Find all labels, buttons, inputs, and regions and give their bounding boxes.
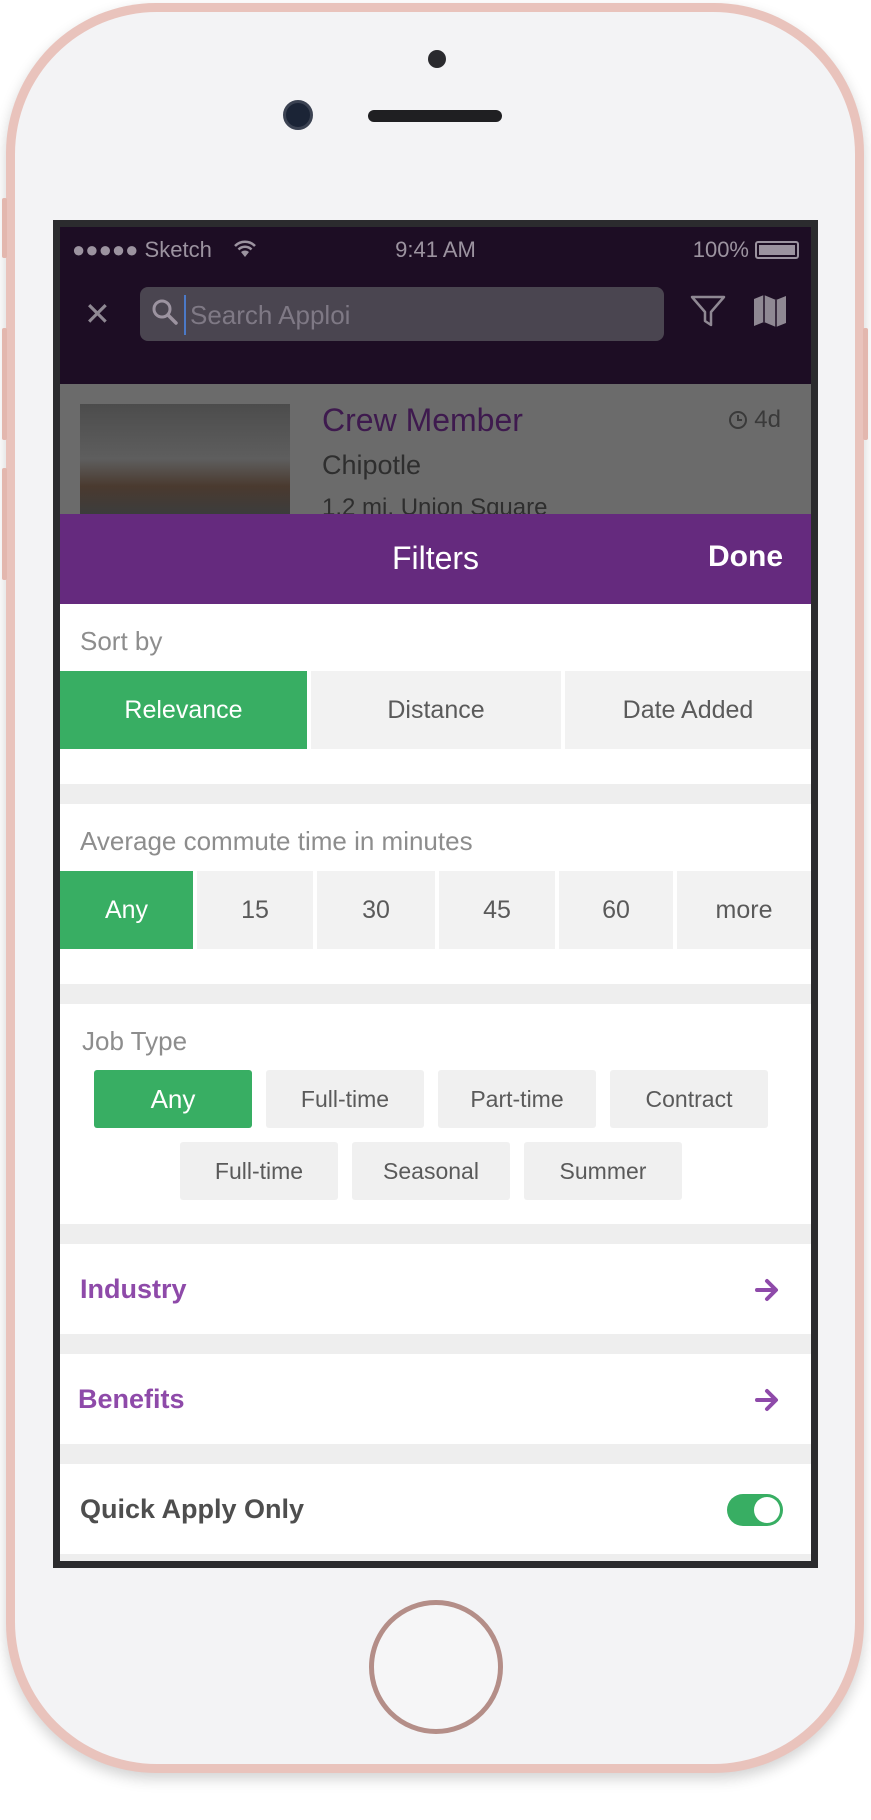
status-bar: ●●●●● Sketch 9:41 AM 100% xyxy=(60,235,811,265)
proximity-sensor xyxy=(428,50,446,68)
job-type-seasonal[interactable]: Seasonal xyxy=(352,1142,510,1200)
sort-distance[interactable]: Distance xyxy=(311,671,561,749)
job-type-any[interactable]: Any xyxy=(94,1070,252,1128)
volume-down-button xyxy=(2,468,7,580)
clock-icon xyxy=(728,411,747,429)
done-button[interactable]: Done xyxy=(708,540,783,574)
search-bar[interactable] xyxy=(140,287,664,341)
volume-up-button xyxy=(2,328,7,440)
mute-switch xyxy=(2,198,7,258)
battery-indicator: 100% xyxy=(693,237,799,263)
commute-45[interactable]: 45 xyxy=(439,871,555,949)
top-bar: ●●●●● Sketch 9:41 AM 100% ✕ xyxy=(60,227,811,384)
sort-by-section: Sort by Relevance Distance Date Added xyxy=(60,604,811,784)
sort-by-label: Sort by xyxy=(80,626,163,656)
commute-any[interactable]: Any xyxy=(60,871,193,949)
battery-percent: 100% xyxy=(692,237,749,262)
industry-row[interactable]: Industry xyxy=(60,1244,811,1334)
benefits-label: Benefits xyxy=(78,1384,185,1414)
search-icon xyxy=(152,299,178,325)
commute-more[interactable]: more xyxy=(677,871,811,949)
commute-30[interactable]: 30 xyxy=(317,871,435,949)
commute-section: Average commute time in minutes Any 15 3… xyxy=(60,804,811,984)
job-company: Chipotle xyxy=(322,450,422,480)
screen: ●●●●● Sketch 9:41 AM 100% ✕ Search Applo… xyxy=(53,220,818,1568)
job-card[interactable]: Crew Member Chipotle 1.2 mi, Union Squar… xyxy=(60,384,811,521)
job-title: Crew Member xyxy=(322,402,523,438)
job-type-summer[interactable]: Summer xyxy=(524,1142,682,1200)
map-icon[interactable] xyxy=(750,291,790,331)
industry-label: Industry xyxy=(80,1274,187,1304)
front-camera xyxy=(283,100,313,130)
job-thumbnail xyxy=(80,404,290,514)
benefits-row[interactable]: Benefits xyxy=(60,1354,811,1444)
quick-apply-row: Quick Apply Only xyxy=(60,1464,811,1554)
job-age-value: 4d xyxy=(754,406,781,433)
filter-title: Filters xyxy=(391,540,480,576)
quick-apply-label: Quick Apply Only xyxy=(80,1494,305,1524)
job-type-label: Job Type xyxy=(82,1026,188,1056)
toggle-knob xyxy=(754,1497,780,1523)
filter-header: Filters Done xyxy=(60,514,811,604)
battery-icon xyxy=(755,241,799,259)
filter-sheet: Filters Done Sort by Relevance Distance … xyxy=(60,514,811,1561)
earpiece-speaker xyxy=(368,110,502,122)
close-icon[interactable]: ✕ xyxy=(84,295,111,333)
commute-15[interactable]: 15 xyxy=(197,871,313,949)
power-button xyxy=(863,328,868,440)
job-age: 4d xyxy=(728,406,781,434)
commute-60[interactable]: 60 xyxy=(559,871,673,949)
job-type-contract[interactable]: Contract xyxy=(610,1070,768,1128)
sort-date-added[interactable]: Date Added xyxy=(565,671,811,749)
sort-relevance[interactable]: Relevance xyxy=(60,671,307,749)
job-type-full-time-2[interactable]: Full-time xyxy=(180,1142,338,1200)
filter-icon[interactable] xyxy=(688,291,728,331)
arrow-right-icon xyxy=(755,1389,778,1411)
home-button[interactable] xyxy=(369,1600,503,1734)
quick-apply-toggle[interactable] xyxy=(727,1494,783,1526)
job-type-full-time[interactable]: Full-time xyxy=(266,1070,424,1128)
arrow-right-icon xyxy=(755,1279,778,1301)
search-input[interactable] xyxy=(184,295,652,335)
job-type-part-time[interactable]: Part-time xyxy=(438,1070,596,1128)
job-type-section: Job Type Any Full-time Part-time Contrac… xyxy=(60,1004,811,1224)
commute-label: Average commute time in minutes xyxy=(80,826,473,856)
